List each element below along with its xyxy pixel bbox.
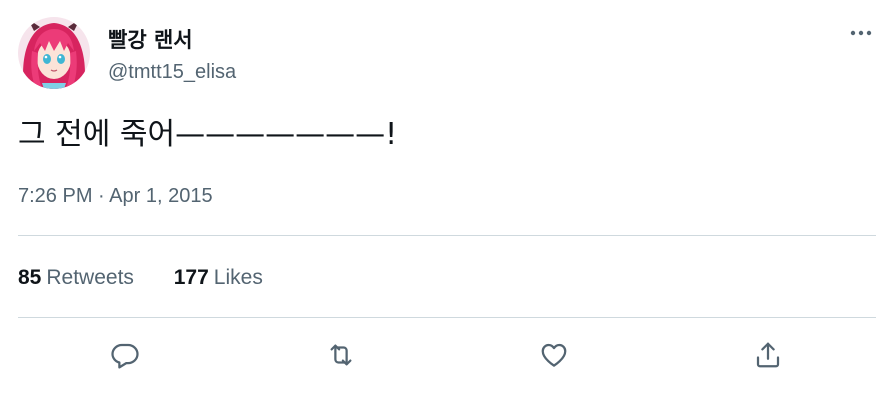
- retweets-stat[interactable]: 85 Retweets: [18, 266, 134, 290]
- author-handle[interactable]: @tmtt15_elisa: [108, 61, 236, 84]
- retweet-icon: [330, 344, 352, 366]
- like-icon: [541, 343, 567, 367]
- tweet-stats: 85 Retweets 177 Likes: [18, 266, 263, 290]
- likes-stat[interactable]: 177 Likes: [174, 266, 263, 290]
- tweet-card: 빨강 랜서 @tmtt15_elisa 그 전에 죽어———————! 7:26…: [0, 0, 894, 409]
- retweets-label: Retweets: [46, 266, 134, 289]
- tweet-timestamp[interactable]: 7:26 PM · Apr 1, 2015: [18, 185, 213, 208]
- more-icon: [850, 30, 872, 36]
- share-icon: [756, 342, 780, 368]
- author-display-name[interactable]: 빨강 랜서: [108, 24, 193, 54]
- retweet-button[interactable]: [322, 336, 360, 374]
- avatar[interactable]: [18, 17, 90, 89]
- divider: [18, 317, 876, 318]
- avatar-image: [18, 17, 90, 89]
- retweets-count: 85: [18, 266, 42, 289]
- more-options-button[interactable]: [844, 18, 878, 48]
- divider: [18, 235, 876, 236]
- share-button[interactable]: [749, 336, 787, 374]
- like-button[interactable]: [535, 336, 573, 374]
- reply-icon: [111, 343, 139, 369]
- reply-button[interactable]: [106, 336, 144, 374]
- likes-label: Likes: [213, 266, 263, 289]
- tweet-text: 그 전에 죽어———————!: [18, 117, 398, 152]
- likes-count: 177: [173, 266, 209, 289]
